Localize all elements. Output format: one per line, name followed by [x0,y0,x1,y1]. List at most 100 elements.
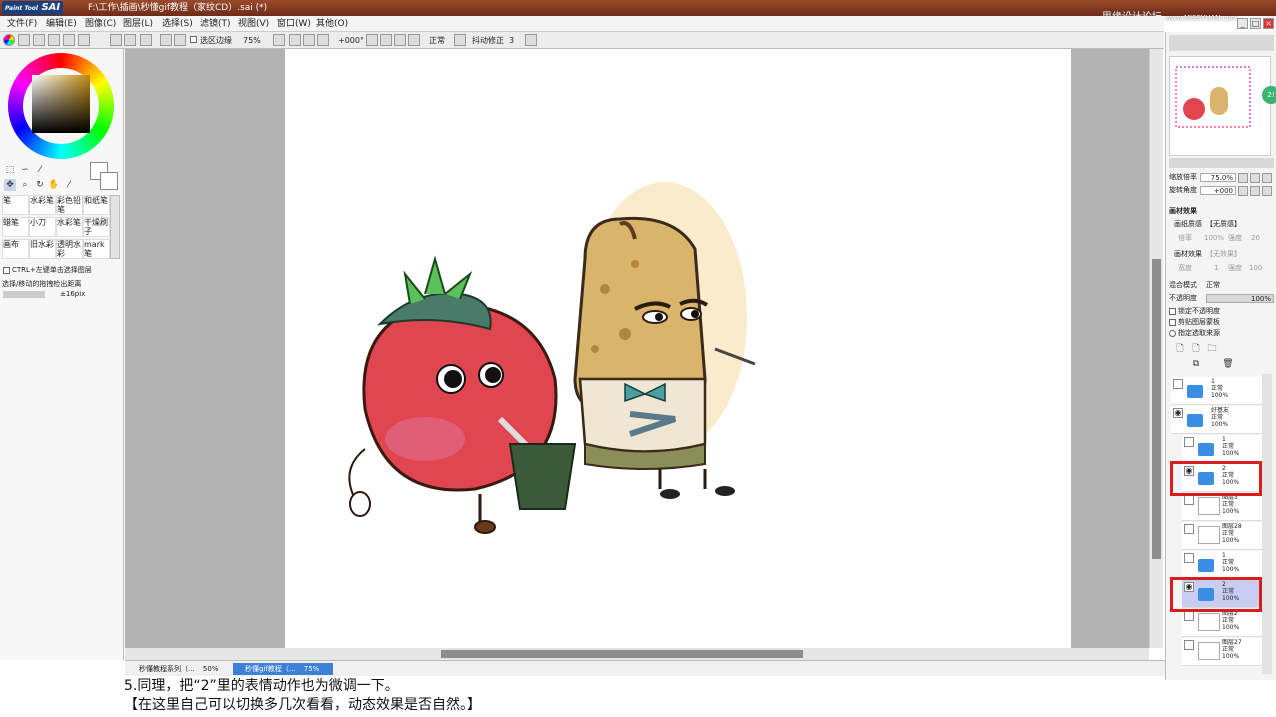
brush-knife[interactable]: 小刀 [29,217,56,237]
visibility-eye-icon[interactable] [1184,495,1194,505]
zoom-out-icon[interactable] [289,34,301,46]
brush-canvas[interactable]: 画布 [2,239,29,259]
stabilizer-value[interactable]: 3 [509,35,514,46]
minimize-button[interactable]: _ [1237,18,1248,29]
brush-marker[interactable]: mark笔 [83,239,110,259]
menu-window[interactable]: 窗口(W) [277,18,311,30]
rect-select-icon[interactable]: ⬚ [4,164,16,176]
horizontal-scroll-thumb[interactable] [441,650,803,658]
visibility-eye-icon[interactable] [1184,640,1194,650]
visibility-eye-icon[interactable]: ◉ [1173,408,1183,418]
menu-file[interactable]: 文件(F) [7,18,37,30]
canvas-horizontal-scrollbar[interactable] [125,648,1149,660]
layer-row[interactable]: 图层28 正常 100% [1182,522,1262,550]
delete-layer-icon[interactable]: 🗑 [1222,358,1234,370]
background-color-swatch[interactable] [100,172,118,190]
zoom-dropdown-icon[interactable] [273,34,285,46]
color-wheel-icon[interactable] [3,34,15,46]
nav-rotate-right-icon[interactable] [1250,186,1260,196]
layer-row[interactable]: 1 正常 100% [1171,377,1262,405]
brush-washi[interactable]: 和纸笔 [83,195,110,215]
lock-opacity-checkbox[interactable] [1169,308,1176,315]
palette-icon[interactable] [48,34,60,46]
layer-row[interactable]: 图层3 正常 100% [1182,493,1262,521]
rotate-right-icon[interactable] [394,34,406,46]
visibility-eye-icon[interactable] [1184,437,1194,447]
menu-image[interactable]: 图像(C) [85,18,116,30]
brush-crayon[interactable]: 蜡笔 [2,217,29,237]
brush-watercolor[interactable]: 水彩笔 [29,195,56,215]
effect-value[interactable]: 【无效果】 [1206,250,1241,259]
nav-rotate-reset-icon[interactable] [1262,186,1272,196]
nav-zoom-value[interactable]: 75.0% [1200,173,1236,182]
zoom-icon[interactable]: ⌕ [19,179,31,191]
lasso-icon[interactable]: ∽ [19,164,31,176]
texture-header[interactable]: 画材效果 [1169,207,1197,216]
slider-icon[interactable] [18,34,30,46]
layer-row[interactable]: 图层2 正常 100% [1182,609,1262,637]
panel-toggle-icon[interactable] [110,34,122,46]
rotation-dropdown-icon[interactable] [366,34,378,46]
new-folder-icon[interactable]: 🗀 [1206,343,1218,355]
zoom-reset-icon[interactable] [317,34,329,46]
rotate-left-icon[interactable] [380,34,392,46]
tab-document-1[interactable]: 秒懂教程系列（... 50% [127,663,232,675]
blend-mode-value[interactable]: 正常 [1206,281,1220,290]
rotate-reset-icon[interactable] [408,34,420,46]
layer-scrollbar[interactable] [1262,374,1272,674]
canvas-vertical-scrollbar[interactable] [1149,49,1163,648]
deselect-icon[interactable] [160,34,172,46]
zoom-value[interactable]: 75% [243,35,261,46]
visibility-eye-icon[interactable] [1184,611,1194,621]
drawing-canvas[interactable] [285,49,1071,648]
nav-zoom-out-icon[interactable] [1238,173,1248,183]
paper-value[interactable]: 【无质感】 [1206,220,1241,229]
drag-distance-slider[interactable] [3,291,45,298]
layer-row[interactable]: 1 正常 100% [1182,435,1262,463]
menu-select[interactable]: 选择(S) [162,18,193,30]
redo-icon[interactable] [140,34,152,46]
canvas-area[interactable] [125,49,1163,648]
nav-rotate-value[interactable]: +000 [1200,186,1236,195]
brush-watercolor-2[interactable]: 水彩笔 [56,217,83,237]
nav-rotate-left-icon[interactable] [1238,186,1248,196]
move-icon[interactable]: ✥ [4,179,16,191]
brush-color-pencil[interactable]: 彩色铅笔 [56,195,83,215]
stabilizer-dropdown-icon[interactable] [525,34,537,46]
selection-source-checkbox[interactable] [1169,330,1176,337]
menu-filter[interactable]: 滤镜(T) [200,18,231,30]
rotate-icon[interactable]: ↻ [34,179,46,191]
nav-zoom-in-icon[interactable] [1250,173,1260,183]
slider-icon[interactable] [33,34,45,46]
brush-scrollbar[interactable] [110,195,120,259]
menu-layer[interactable]: 图层(L) [123,18,153,30]
visibility-eye-icon[interactable] [1173,379,1183,389]
eyedropper-icon[interactable]: ⁄ [63,179,75,191]
magic-wand-icon[interactable]: ⁄ [34,164,46,176]
blend-mode-value[interactable]: 正常 [429,35,445,46]
maximize-button[interactable]: □ [1250,18,1261,29]
menu-other[interactable]: 其他(O) [316,18,348,30]
menu-view[interactable]: 视图(V) [238,18,269,30]
close-button[interactable]: × [1263,18,1274,29]
selection-edge-checkbox[interactable] [190,36,197,43]
saturation-value-square[interactable] [32,75,90,133]
brush-clear-watercolor[interactable]: 透明水彩 [56,239,83,259]
new-layer-icon[interactable]: 🗋 [1174,343,1186,355]
ctrl-select-checkbox[interactable] [3,267,10,274]
visibility-eye-icon[interactable] [1184,553,1194,563]
swatch-icon[interactable] [63,34,75,46]
visibility-eye-icon[interactable] [1184,524,1194,534]
brush-dry[interactable]: 干燥刷子 [83,217,110,237]
brush-old-watercolor[interactable]: 旧水彩 [29,239,56,259]
hand-icon[interactable]: ✋ [48,179,60,191]
tab-document-2[interactable]: 秒懂gif教程（... 75% [233,663,333,675]
nav-zoom-reset-icon[interactable] [1262,173,1272,183]
rotation-value[interactable]: +000° [338,35,364,46]
scratchpad-icon[interactable] [78,34,90,46]
new-linework-layer-icon[interactable]: 🗋 [1190,343,1202,355]
layer-row[interactable]: ◉ 好基友 正常 100% [1171,406,1262,434]
undo-icon[interactable] [124,34,136,46]
clipping-mask-checkbox[interactable] [1169,319,1176,326]
vertical-scroll-thumb[interactable] [1152,259,1161,559]
